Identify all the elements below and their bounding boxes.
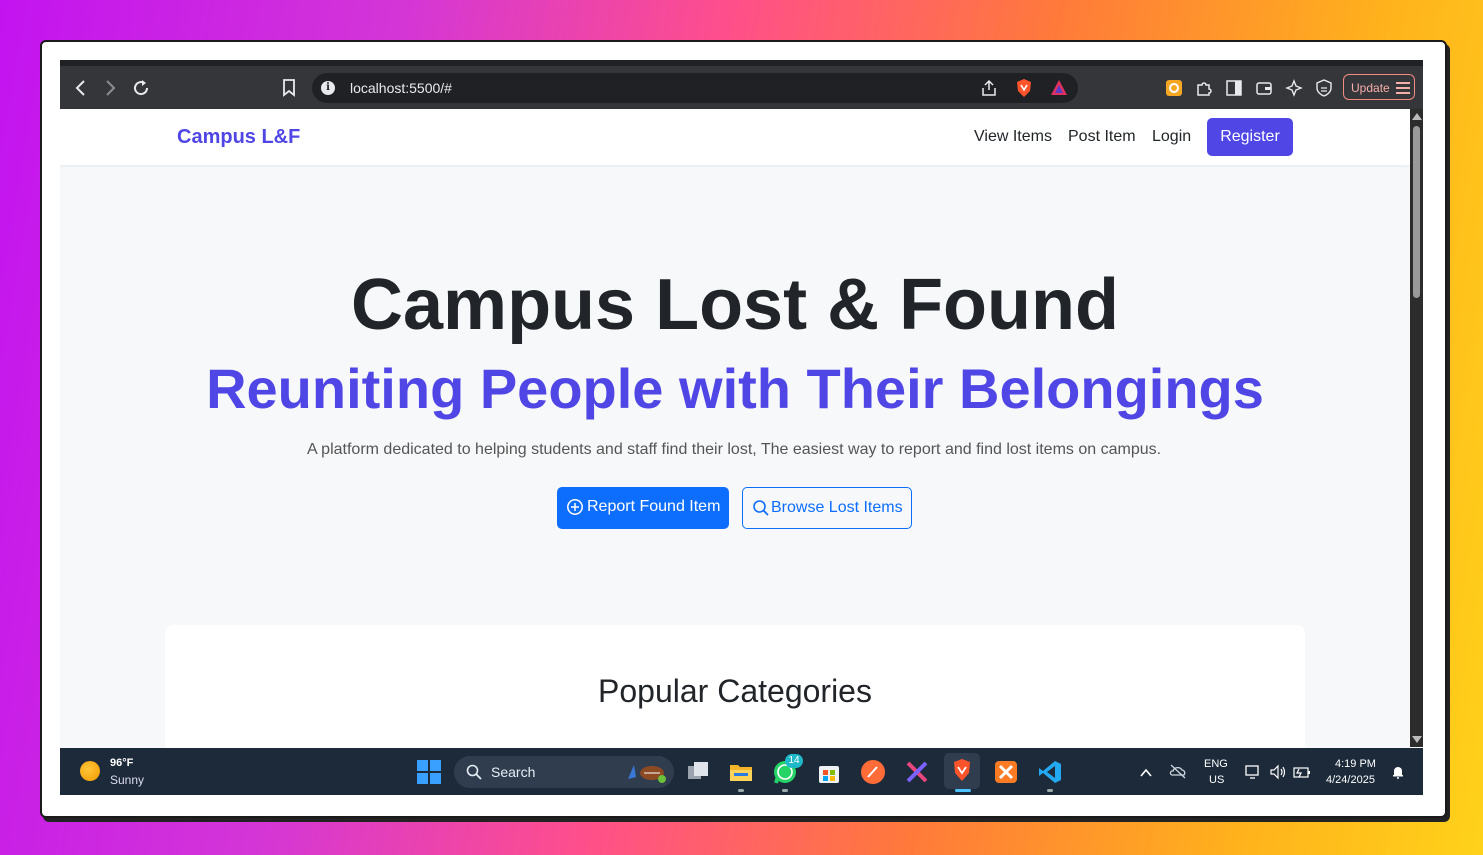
microsoft-store-icon[interactable] [816,759,842,785]
bookmark-icon[interactable] [278,77,300,99]
vpn-shield-icon[interactable] [1313,77,1335,99]
nav-post-item[interactable]: Post Item [1068,128,1136,146]
hero-description: A platform dedicated to helping students… [306,441,1162,458]
clock-date[interactable]: 4/24/2025 [1326,774,1375,786]
forward-icon[interactable] [99,77,121,99]
nav-login[interactable]: Login [1152,128,1191,146]
page-scrollbar[interactable] [1410,109,1423,747]
xmind-icon[interactable] [904,759,930,785]
file-explorer-icon[interactable] [728,759,754,785]
vscode-icon[interactable] [1037,759,1063,785]
scroll-down-arrow[interactable] [1412,736,1422,743]
categories-title: Popular Categories [598,673,872,709]
volume-icon[interactable] [1269,764,1287,785]
running-indicator [738,789,744,792]
hero-subtitle: Reuniting People with Their Belongings [206,357,1264,420]
chevron-up-icon[interactable] [1140,765,1152,783]
notification-bell-icon[interactable] [1391,765,1405,784]
browse-lost-items-label: Browse Lost Items [771,499,903,516]
language-region[interactable]: US [1209,774,1224,786]
reload-icon[interactable] [130,77,152,99]
windows-taskbar: 96°F Sunny Search 14 ENG US 4:19 PM 4/24… [60,748,1423,795]
brave-rewards-icon[interactable] [1050,79,1068,102]
hero-title: Campus Lost & Found [351,265,1119,345]
search-icon [753,500,769,516]
brand-logo[interactable]: Campus L&F [177,126,300,149]
share-icon[interactable] [980,79,998,102]
tab-strip [60,60,1423,66]
xampp-icon[interactable] [993,759,1019,785]
weather-temperature[interactable]: 96°F [110,757,133,769]
back-icon[interactable] [70,77,92,99]
whatsapp-badge: 14 [785,754,803,768]
weather-condition[interactable]: Sunny [110,773,144,787]
address-bar[interactable]: i localhost:5500/# [312,73,1078,103]
running-indicator [782,789,788,792]
plus-circle-icon [567,499,583,515]
browse-lost-items-button[interactable]: Browse Lost Items [742,487,912,529]
weather-sun-icon[interactable] [80,761,100,781]
sidebar-icon[interactable] [1223,77,1245,99]
scroll-up-arrow[interactable] [1412,113,1422,120]
menu-line [1396,87,1410,89]
site-info-icon[interactable]: i [321,81,335,95]
extensions-puzzle-icon[interactable] [1193,77,1215,99]
report-found-item-label: Report Found Item [587,498,721,515]
active-indicator [955,789,971,792]
brave-shield-icon[interactable] [1014,78,1034,103]
clock-time[interactable]: 4:19 PM [1335,758,1376,770]
browser-window: i localhost:5500/# Update Campus L&F Vie… [60,60,1423,795]
search-label: Search [491,764,536,780]
search-icon [466,764,482,780]
onedrive-icon[interactable] [1169,763,1187,784]
nav-view-items[interactable]: View Items [974,128,1052,146]
update-label: Update [1351,81,1390,95]
scroll-thumb[interactable] [1413,126,1420,298]
search-highlight-icon [628,765,666,783]
wallet-icon[interactable] [1253,77,1275,99]
site-navbar: Campus L&F View Items Post Item Login Re… [60,109,1410,165]
menu-line [1396,82,1410,84]
url-text[interactable]: localhost:5500/# [350,80,452,96]
register-button[interactable]: Register [1207,118,1293,156]
task-view-icon[interactable] [685,759,711,785]
running-indicator [1047,789,1053,792]
brave-browser-icon[interactable] [944,753,980,789]
battery-icon[interactable] [1293,765,1311,784]
windows-start-icon[interactable] [417,760,441,784]
update-button[interactable]: Update [1343,74,1415,100]
postman-icon[interactable] [860,759,886,785]
language-code[interactable]: ENG [1204,758,1228,770]
leo-ai-icon[interactable] [1283,77,1305,99]
extension-orange-icon[interactable] [1163,77,1185,99]
browser-toolbar: i localhost:5500/# Update [60,60,1423,109]
taskbar-search[interactable]: Search [454,756,674,788]
menu-line [1396,92,1410,94]
report-found-item-button[interactable]: Report Found Item [557,487,729,529]
network-icon[interactable] [1245,764,1261,785]
